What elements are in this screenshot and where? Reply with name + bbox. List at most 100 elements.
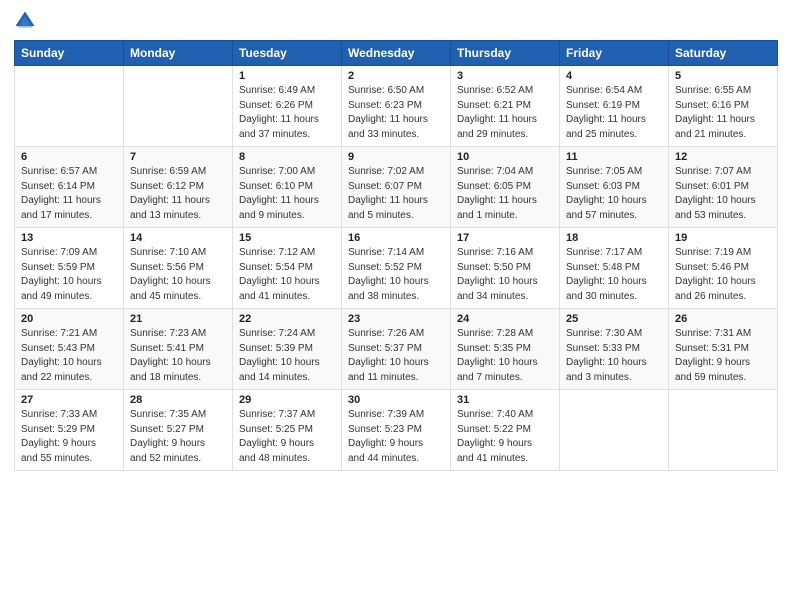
day-cell: 24 Sunrise: 7:28 AM Sunset: 5:35 PM Dayli… [451, 309, 560, 390]
day-cell: 25Sunrise: 7:30 AM Sunset: 5:33 PM Dayli… [560, 309, 669, 390]
day-number: 23 [348, 313, 444, 325]
day-info: Sunrise: 7:28 AM Sunset: 5:35 PM Dayligh… [457, 327, 553, 385]
day-cell: 5 Sunrise: 6:55 AM Sunset: 6:16 PM Daylig… [669, 66, 778, 147]
day-info: Sunrise: 6:49 AM Sunset: 6:26 PM Dayligh… [239, 84, 335, 142]
day-info: Sunrise: 7:40 AM Sunset: 5:22 PM Dayligh… [457, 408, 553, 466]
week-row-1: 1 Sunrise: 6:49 AM Sunset: 6:26 PM Daylig… [15, 66, 778, 147]
day-cell: 22Sunrise: 7:24 AM Sunset: 5:39 PM Dayli… [233, 309, 342, 390]
day-number: 19 [675, 232, 771, 244]
day-cell: 4Sunrise: 6:54 AM Sunset: 6:19 PM Daylig… [560, 66, 669, 147]
weekday-header-monday: Monday [124, 41, 233, 66]
day-cell: 15 Sunrise: 7:12 AM Sunset: 5:54 PM Dayli… [233, 228, 342, 309]
day-cell: 30 Sunrise: 7:39 AM Sunset: 5:23 PM Dayli… [342, 390, 451, 471]
weekday-row: SundayMondayTuesdayWednesdayThursdayFrid… [15, 41, 778, 66]
day-info: Sunrise: 7:37 AM Sunset: 5:25 PM Dayligh… [239, 408, 335, 466]
day-cell: 3Sunrise: 6:52 AM Sunset: 6:21 PM Daylig… [451, 66, 560, 147]
day-info: Sunrise: 7:09 AM Sunset: 5:59 PM Dayligh… [21, 246, 117, 304]
day-info: Sunrise: 7:05 AM Sunset: 6:03 PM Dayligh… [566, 165, 662, 223]
day-cell [669, 390, 778, 471]
calendar-header: SundayMondayTuesdayWednesdayThursdayFrid… [15, 41, 778, 66]
day-cell: 18 Sunrise: 7:17 AM Sunset: 5:48 PM Dayli… [560, 228, 669, 309]
day-info: Sunrise: 7:21 AM Sunset: 5:43 PM Dayligh… [21, 327, 117, 385]
day-cell: 21Sunrise: 7:23 AM Sunset: 5:41 PM Dayli… [124, 309, 233, 390]
day-cell: 8 Sunrise: 7:00 AM Sunset: 6:10 PM Daylig… [233, 147, 342, 228]
weekday-header-wednesday: Wednesday [342, 41, 451, 66]
day-number: 26 [675, 313, 771, 325]
day-cell: 13 Sunrise: 7:09 AM Sunset: 5:59 PM Dayli… [15, 228, 124, 309]
day-cell [560, 390, 669, 471]
header [14, 10, 778, 32]
page: SundayMondayTuesdayWednesdayThursdayFrid… [0, 0, 792, 612]
day-cell: 31Sunrise: 7:40 AM Sunset: 5:22 PM Dayli… [451, 390, 560, 471]
day-number: 24 [457, 313, 553, 325]
calendar-table: SundayMondayTuesdayWednesdayThursdayFrid… [14, 40, 778, 471]
day-cell: 9 Sunrise: 7:02 AM Sunset: 6:07 PM Daylig… [342, 147, 451, 228]
day-info: Sunrise: 6:55 AM Sunset: 6:16 PM Dayligh… [675, 84, 771, 142]
day-info: Sunrise: 6:54 AM Sunset: 6:19 PM Dayligh… [566, 84, 662, 142]
day-number: 30 [348, 394, 444, 406]
day-number: 20 [21, 313, 117, 325]
day-cell: 16 Sunrise: 7:14 AM Sunset: 5:52 PM Dayli… [342, 228, 451, 309]
day-cell: 29 Sunrise: 7:37 AM Sunset: 5:25 PM Dayli… [233, 390, 342, 471]
weekday-header-saturday: Saturday [669, 41, 778, 66]
day-number: 18 [566, 232, 662, 244]
day-info: Sunrise: 7:14 AM Sunset: 5:52 PM Dayligh… [348, 246, 444, 304]
weekday-header-friday: Friday [560, 41, 669, 66]
day-number: 17 [457, 232, 553, 244]
day-number: 13 [21, 232, 117, 244]
day-number: 12 [675, 151, 771, 163]
day-number: 14 [130, 232, 226, 244]
day-cell: 28 Sunrise: 7:35 AM Sunset: 5:27 PM Dayli… [124, 390, 233, 471]
day-number: 9 [348, 151, 444, 163]
weekday-header-sunday: Sunday [15, 41, 124, 66]
logo-icon [14, 10, 36, 32]
day-info: Sunrise: 7:12 AM Sunset: 5:54 PM Dayligh… [239, 246, 335, 304]
day-number: 16 [348, 232, 444, 244]
day-info: Sunrise: 6:57 AM Sunset: 6:14 PM Dayligh… [21, 165, 117, 223]
day-cell: 11 Sunrise: 7:05 AM Sunset: 6:03 PM Dayli… [560, 147, 669, 228]
day-cell: 19Sunrise: 7:19 AM Sunset: 5:46 PM Dayli… [669, 228, 778, 309]
logo [14, 10, 40, 32]
day-info: Sunrise: 7:07 AM Sunset: 6:01 PM Dayligh… [675, 165, 771, 223]
week-row-2: 6 Sunrise: 6:57 AM Sunset: 6:14 PM Daylig… [15, 147, 778, 228]
day-number: 25 [566, 313, 662, 325]
weekday-header-tuesday: Tuesday [233, 41, 342, 66]
day-cell: 26Sunrise: 7:31 AM Sunset: 5:31 PM Dayli… [669, 309, 778, 390]
day-info: Sunrise: 7:04 AM Sunset: 6:05 PM Dayligh… [457, 165, 553, 223]
day-info: Sunrise: 7:17 AM Sunset: 5:48 PM Dayligh… [566, 246, 662, 304]
day-cell: 2 Sunrise: 6:50 AM Sunset: 6:23 PM Daylig… [342, 66, 451, 147]
day-info: Sunrise: 7:39 AM Sunset: 5:23 PM Dayligh… [348, 408, 444, 466]
day-info: Sunrise: 6:50 AM Sunset: 6:23 PM Dayligh… [348, 84, 444, 142]
day-number: 7 [130, 151, 226, 163]
day-number: 27 [21, 394, 117, 406]
day-number: 29 [239, 394, 335, 406]
day-info: Sunrise: 7:10 AM Sunset: 5:56 PM Dayligh… [130, 246, 226, 304]
day-cell: 7 Sunrise: 6:59 AM Sunset: 6:12 PM Daylig… [124, 147, 233, 228]
day-info: Sunrise: 7:35 AM Sunset: 5:27 PM Dayligh… [130, 408, 226, 466]
day-number: 8 [239, 151, 335, 163]
day-cell [124, 66, 233, 147]
day-cell: 27Sunrise: 7:33 AM Sunset: 5:29 PM Dayli… [15, 390, 124, 471]
day-number: 5 [675, 70, 771, 82]
day-number: 11 [566, 151, 662, 163]
day-cell: 20 Sunrise: 7:21 AM Sunset: 5:43 PM Dayli… [15, 309, 124, 390]
day-info: Sunrise: 7:16 AM Sunset: 5:50 PM Dayligh… [457, 246, 553, 304]
day-info: Sunrise: 7:26 AM Sunset: 5:37 PM Dayligh… [348, 327, 444, 385]
day-cell: 1 Sunrise: 6:49 AM Sunset: 6:26 PM Daylig… [233, 66, 342, 147]
day-number: 28 [130, 394, 226, 406]
day-info: Sunrise: 7:24 AM Sunset: 5:39 PM Dayligh… [239, 327, 335, 385]
day-number: 1 [239, 70, 335, 82]
day-cell: 14 Sunrise: 7:10 AM Sunset: 5:56 PM Dayli… [124, 228, 233, 309]
week-row-3: 13 Sunrise: 7:09 AM Sunset: 5:59 PM Dayli… [15, 228, 778, 309]
day-info: Sunrise: 6:59 AM Sunset: 6:12 PM Dayligh… [130, 165, 226, 223]
day-cell: 12 Sunrise: 7:07 AM Sunset: 6:01 PM Dayli… [669, 147, 778, 228]
day-number: 15 [239, 232, 335, 244]
day-cell [15, 66, 124, 147]
day-cell: 6 Sunrise: 6:57 AM Sunset: 6:14 PM Daylig… [15, 147, 124, 228]
day-info: Sunrise: 7:00 AM Sunset: 6:10 PM Dayligh… [239, 165, 335, 223]
day-info: Sunrise: 7:02 AM Sunset: 6:07 PM Dayligh… [348, 165, 444, 223]
day-number: 6 [21, 151, 117, 163]
day-info: Sunrise: 7:23 AM Sunset: 5:41 PM Dayligh… [130, 327, 226, 385]
day-info: Sunrise: 6:52 AM Sunset: 6:21 PM Dayligh… [457, 84, 553, 142]
day-number: 2 [348, 70, 444, 82]
